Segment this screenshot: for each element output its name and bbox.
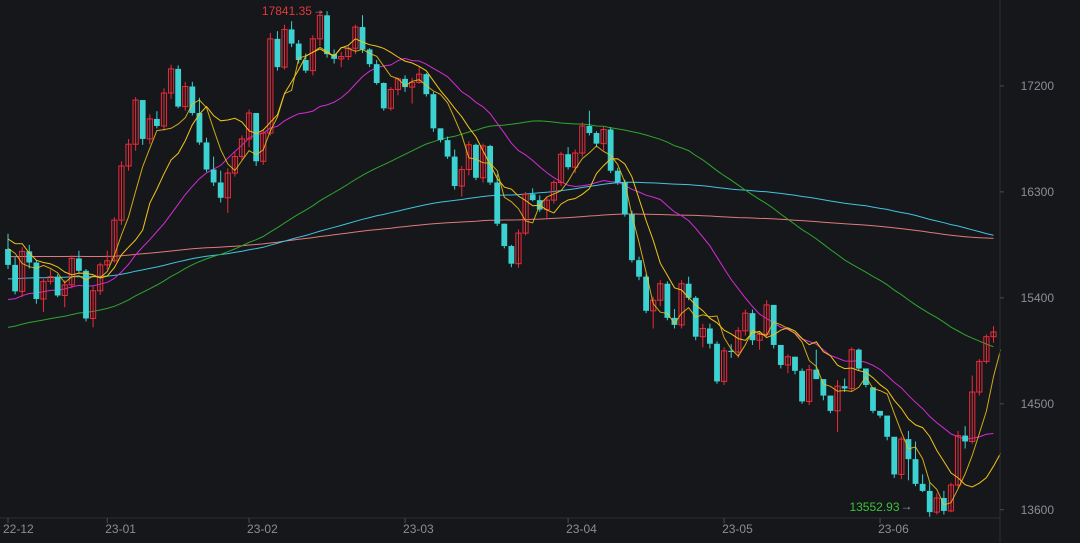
candle-body — [12, 264, 18, 292]
candle-body — [76, 258, 82, 271]
candle-body — [203, 142, 210, 170]
candle-body — [855, 349, 862, 369]
candle-body — [714, 343, 720, 382]
candle-body — [891, 436, 898, 475]
candle-body — [508, 246, 515, 264]
candle-body — [444, 140, 451, 157]
candle-body — [529, 194, 536, 201]
candle-body — [302, 60, 309, 71]
candle-body — [380, 82, 387, 109]
y-tick-label: 13600 — [1021, 503, 1055, 517]
y-tick-label: 16300 — [1021, 185, 1055, 199]
candlestick-chart: 13600 14500 15400 16300 17200 22-12 23-01 23-0… — [0, 0, 1080, 543]
low-annotation: 13552.93 → — [849, 499, 912, 514]
candle-body — [366, 49, 373, 65]
candle-body — [430, 94, 437, 129]
candle-body — [210, 169, 217, 183]
candle-body — [912, 459, 919, 484]
candle-body — [189, 86, 196, 114]
candle-body — [962, 435, 969, 442]
candle-body — [614, 170, 621, 183]
x-tick-label: 23-03 — [403, 522, 434, 536]
candle-body — [707, 328, 713, 344]
candle-body — [359, 27, 366, 50]
candle-body — [153, 118, 160, 126]
high-price-label: 17841.35 — [262, 4, 312, 18]
x-tick-label: 23-02 — [247, 522, 278, 536]
candle-body — [83, 270, 89, 319]
high-annotation: 17841.35 → — [262, 3, 325, 18]
y-tick-label: 15400 — [1021, 291, 1055, 305]
x-tick-label: 23-05 — [722, 522, 753, 536]
candle-body — [884, 415, 891, 437]
candle-body — [274, 38, 281, 68]
candle-body — [841, 386, 848, 389]
candle-body — [792, 356, 798, 371]
x-tick-label: 23-04 — [566, 522, 597, 536]
low-price-label: 13552.93 — [849, 500, 899, 514]
candle-body — [820, 379, 827, 396]
candle-body — [5, 248, 11, 265]
candle-body — [777, 344, 784, 365]
candle-body — [926, 490, 933, 513]
candle-body — [593, 133, 600, 144]
candle-body — [586, 125, 593, 134]
candle-body — [473, 144, 479, 178]
y-tick-label: 17200 — [1021, 79, 1055, 93]
candle-body — [607, 129, 614, 171]
candle-body — [175, 68, 182, 107]
candle-body — [288, 29, 295, 44]
candle-body — [217, 182, 224, 198]
candle-body — [919, 483, 926, 491]
candle-body — [565, 154, 572, 168]
candle-body — [139, 100, 146, 139]
candle-body — [636, 260, 642, 277]
x-tick-label: 22-12 — [3, 522, 34, 536]
x-tick-label: 23-01 — [105, 522, 136, 536]
candle-body — [799, 370, 805, 402]
candle-body — [494, 182, 501, 224]
high-arrow-icon: → — [313, 3, 325, 17]
y-tick-label: 14500 — [1021, 397, 1055, 411]
x-tick-label: 23-06 — [878, 522, 909, 536]
candle-body — [749, 313, 756, 341]
candle-body — [373, 64, 380, 83]
candle-body — [54, 276, 61, 296]
candle-body — [437, 128, 444, 141]
candle-body — [827, 395, 834, 411]
candle-body — [451, 156, 458, 187]
candle-body — [621, 182, 628, 215]
candle-body — [877, 410, 883, 416]
candle-body — [870, 387, 876, 411]
candle-body — [324, 15, 330, 55]
low-arrow-icon: → — [901, 499, 913, 513]
candle-body — [501, 223, 508, 247]
